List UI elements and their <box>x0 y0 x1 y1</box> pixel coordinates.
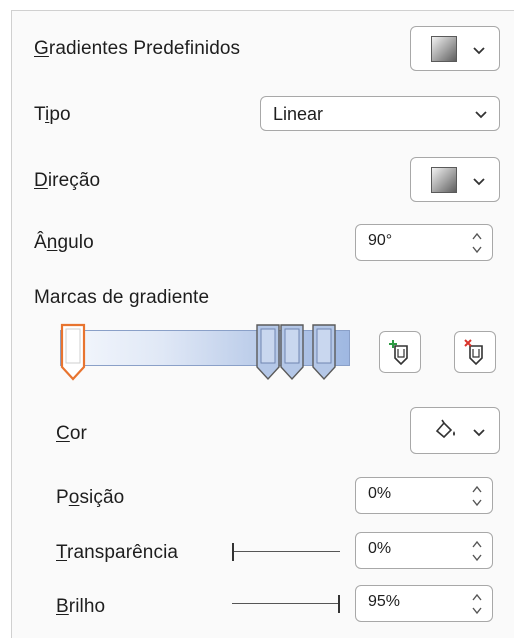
angle-spinner[interactable]: 90° <box>355 224 493 261</box>
spin-arrows-icon[interactable] <box>470 537 484 565</box>
angle-label: Ângulo <box>34 232 94 253</box>
spin-arrows-icon[interactable] <box>470 229 484 257</box>
position-label: Posição <box>56 487 125 508</box>
brightness-label: Brilho <box>56 596 106 617</box>
direction-dropdown[interactable] <box>410 157 500 202</box>
slider-track <box>232 551 340 552</box>
brightness-value: 95% <box>368 593 401 610</box>
gradient-stops-label: Marcas de gradiente <box>34 287 210 308</box>
brightness-slider[interactable] <box>232 592 340 616</box>
slider-thumb[interactable] <box>338 595 340 613</box>
slider-track <box>232 603 340 604</box>
position-spinner[interactable]: 0% <box>355 477 493 514</box>
gradient-preview-icon <box>431 36 457 62</box>
spin-arrows-icon[interactable] <box>470 590 484 618</box>
spin-arrows-icon[interactable] <box>470 482 484 510</box>
position-value: 0% <box>368 485 392 502</box>
gradient-stops-bar[interactable] <box>60 330 350 366</box>
chevron-down-icon <box>475 111 487 119</box>
transparency-spinner[interactable]: 0% <box>355 532 493 569</box>
remove-stop-icon <box>464 339 483 366</box>
add-stop-icon <box>389 340 408 366</box>
chevron-down-icon <box>473 47 485 55</box>
transparency-value: 0% <box>368 540 392 557</box>
direction-label: Direção <box>34 170 101 191</box>
paint-bucket-icon <box>435 419 455 439</box>
transparency-slider[interactable] <box>232 540 340 564</box>
direction-preview-icon <box>431 167 457 193</box>
color-label: Cor <box>56 423 87 444</box>
type-label: Tipo <box>34 104 71 125</box>
gradient-stop[interactable] <box>255 323 281 386</box>
color-picker-button[interactable] <box>410 407 500 454</box>
brightness-spinner[interactable]: 95% <box>355 585 493 622</box>
remove-gradient-stop-button[interactable] <box>454 331 496 373</box>
transparency-label: Transparência <box>56 542 179 563</box>
slider-thumb[interactable] <box>232 543 234 561</box>
add-gradient-stop-button[interactable] <box>379 331 421 373</box>
preset-gradients-dropdown[interactable] <box>410 26 500 71</box>
gradient-stop[interactable] <box>311 323 337 386</box>
type-value: Linear <box>273 104 324 124</box>
gradient-stop[interactable] <box>279 323 305 386</box>
gradient-stop-selected[interactable] <box>60 323 86 386</box>
chevron-down-icon <box>473 178 485 186</box>
type-select[interactable]: Linear <box>260 96 500 131</box>
angle-value: 90° <box>368 232 393 249</box>
chevron-down-icon <box>473 429 485 437</box>
preset-gradients-label: Gradientes Predefinidos <box>34 38 241 59</box>
